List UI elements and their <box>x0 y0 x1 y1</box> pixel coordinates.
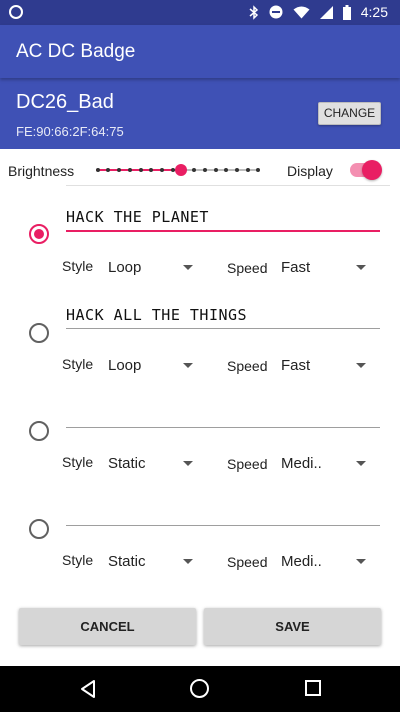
message-4-underline <box>66 525 380 526</box>
message-2-underline <box>66 328 380 329</box>
toggle-knob <box>362 160 382 180</box>
message-3-style-dropdown[interactable]: Static <box>108 455 146 472</box>
message-4-input[interactable] <box>66 503 380 525</box>
cancel-button[interactable]: CANCEL <box>19 608 196 645</box>
brightness-label: Brightness <box>8 163 75 179</box>
display-toggle[interactable] <box>348 160 382 180</box>
status-time: 4:25 <box>360 4 388 20</box>
message-2-speed-label: Speed <box>227 358 268 374</box>
chevron-down-icon[interactable] <box>356 559 366 564</box>
message-4-style-label: Style <box>62 552 94 568</box>
chevron-down-icon[interactable] <box>183 265 193 270</box>
slider-tick <box>117 168 121 172</box>
status-icons: 4:25 <box>249 4 388 20</box>
message-3-input[interactable] <box>66 405 380 427</box>
chevron-down-icon[interactable] <box>183 461 193 466</box>
device-mac-address: FE:90:66:2F:64:75 <box>16 124 124 139</box>
message-1-style-label: Style <box>62 258 94 274</box>
notification-dot-icon <box>9 5 23 19</box>
message-4-speed-label: Speed <box>227 554 268 570</box>
slider-tick <box>96 168 100 172</box>
message-1-input[interactable]: HACK THE PLANET <box>66 208 380 230</box>
save-button[interactable]: SAVE <box>204 608 381 645</box>
message-2-radio[interactable] <box>29 323 49 343</box>
message-3-style-label: Style <box>62 454 94 470</box>
status-bar: 4:25 <box>0 0 400 25</box>
message-2-speed-dropdown[interactable]: Fast <box>281 357 310 374</box>
message-1-speed-label: Speed <box>227 260 268 276</box>
message-3-underline <box>66 427 380 428</box>
slider-tick <box>192 168 196 172</box>
slider-tick <box>139 168 143 172</box>
message-3-speed-label: Speed <box>227 456 268 472</box>
slider-tick <box>160 168 164 172</box>
message-1-underline <box>66 230 380 232</box>
device-name: DC26_Bad <box>16 91 114 113</box>
display-label: Display <box>287 163 333 179</box>
message-2-style-label: Style <box>62 356 94 372</box>
slider-tick <box>149 168 153 172</box>
chevron-down-icon[interactable] <box>183 363 193 368</box>
message-1-radio[interactable] <box>29 224 49 244</box>
message-3-radio[interactable] <box>29 421 49 441</box>
slider-tick <box>246 168 250 172</box>
slider-tick <box>214 168 218 172</box>
message-4-style-dropdown[interactable]: Static <box>108 553 146 570</box>
message-4-speed-dropdown[interactable]: Medi.. <box>281 553 322 570</box>
slider-tick <box>256 168 260 172</box>
recents-icon[interactable] <box>305 680 321 696</box>
back-icon[interactable] <box>79 679 97 699</box>
slider-tick <box>224 168 228 172</box>
slider-thumb[interactable] <box>175 164 187 176</box>
message-1-style-dropdown[interactable]: Loop <box>108 259 141 276</box>
slider-tick <box>106 168 110 172</box>
message-2-style-dropdown[interactable]: Loop <box>108 357 141 374</box>
battery-icon <box>342 4 351 20</box>
app-bar: AC DC Badge <box>0 25 400 78</box>
chevron-down-icon[interactable] <box>183 559 193 564</box>
navigation-bar <box>0 666 400 712</box>
home-icon[interactable] <box>190 679 209 698</box>
slider-tick <box>128 168 132 172</box>
change-device-button[interactable]: CHANGE <box>318 102 381 125</box>
message-1-speed-dropdown[interactable]: Fast <box>281 259 310 276</box>
app-title: AC DC Badge <box>16 41 136 62</box>
slider-tick <box>235 168 239 172</box>
chevron-down-icon[interactable] <box>356 461 366 466</box>
message-4-radio[interactable] <box>29 519 49 539</box>
do-not-disturb-icon <box>269 5 283 19</box>
message-2-input[interactable]: HACK ALL THE THINGS <box>66 306 380 328</box>
wifi-icon <box>293 6 310 18</box>
slider-tick <box>203 168 207 172</box>
bluetooth-icon <box>249 4 258 20</box>
divider <box>66 185 390 186</box>
cellular-icon <box>319 5 333 19</box>
chevron-down-icon[interactable] <box>356 265 366 270</box>
message-3-speed-dropdown[interactable]: Medi.. <box>281 455 322 472</box>
chevron-down-icon[interactable] <box>356 363 366 368</box>
brightness-slider[interactable] <box>96 164 260 176</box>
